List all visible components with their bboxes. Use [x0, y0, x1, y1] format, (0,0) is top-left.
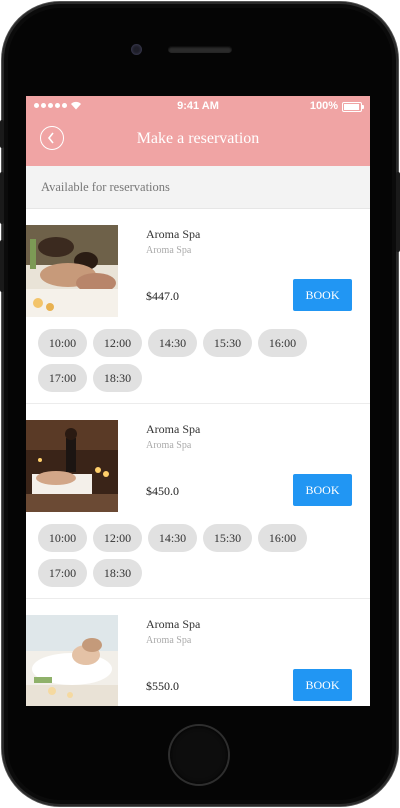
volume-up-button — [0, 172, 4, 224]
time-slot[interactable]: 10:00 — [38, 329, 87, 357]
spa-photo — [26, 420, 118, 512]
spa-photo — [26, 225, 118, 317]
status-bar: 9:41 AM 100% — [26, 96, 370, 118]
book-button[interactable]: BOOK — [293, 669, 352, 701]
book-button[interactable]: BOOK — [293, 474, 352, 506]
spa-name: Aroma Spa — [146, 227, 201, 241]
spa-photo — [26, 615, 118, 706]
spa-subtitle: Aroma Spa — [146, 635, 192, 646]
time-slot[interactable]: 14:30 — [148, 524, 197, 552]
time-slot-list: 10:00 12:00 14:30 15:30 16:00 17:00 18:3… — [38, 329, 328, 392]
time-slot[interactable]: 16:00 — [258, 329, 307, 357]
spa-listing: Aroma Spa Aroma Spa $450.0 BOOK 10:00 12… — [26, 404, 370, 599]
app-header: 9:41 AM 100% Make a reservation — [26, 96, 370, 166]
spa-subtitle: Aroma Spa — [146, 440, 192, 451]
time-slot[interactable]: 12:00 — [93, 524, 142, 552]
time-slot[interactable]: 12:00 — [93, 329, 142, 357]
time-slot[interactable]: 15:30 — [203, 329, 252, 357]
spa-price: $550.0 — [146, 679, 179, 693]
app-screen: 9:41 AM 100% Make a reservation Availabl… — [26, 96, 370, 706]
silent-switch — [0, 120, 4, 148]
battery-icon — [342, 102, 364, 112]
front-camera — [131, 44, 142, 55]
time-slot[interactable]: 17:00 — [38, 559, 87, 587]
page-title: Make a reservation — [136, 130, 260, 147]
spa-price: $450.0 — [146, 484, 179, 498]
home-button[interactable] — [170, 726, 228, 784]
book-button[interactable]: BOOK — [293, 279, 352, 311]
section-header: Available for reservations — [26, 166, 370, 209]
spa-price: $447.0 — [146, 289, 179, 303]
time-slot[interactable]: 16:00 — [258, 524, 307, 552]
earpiece-speaker — [168, 46, 232, 53]
time-slot-list: 10:00 12:00 14:30 15:30 16:00 17:00 18:3… — [38, 524, 328, 587]
power-button — [396, 172, 400, 252]
time-slot[interactable]: 14:30 — [148, 329, 197, 357]
spa-name: Aroma Spa — [146, 617, 201, 631]
spa-listing: Aroma Spa Aroma Spa $447.0 BOOK 10:00 12… — [26, 209, 370, 404]
spa-subtitle: Aroma Spa — [146, 245, 192, 256]
spa-name: Aroma Spa — [146, 422, 201, 436]
time-slot[interactable]: 15:30 — [203, 524, 252, 552]
time-slot[interactable]: 18:30 — [93, 364, 142, 392]
time-slot[interactable]: 18:30 — [93, 559, 142, 587]
battery-percent: 100% — [309, 100, 338, 112]
time-slot[interactable]: 17:00 — [38, 364, 87, 392]
time-slot[interactable]: 10:00 — [38, 524, 87, 552]
volume-down-button — [0, 240, 4, 292]
spa-listing: Aroma Spa Aroma Spa $550.0 BOOK — [26, 599, 370, 706]
nav-bar: Make a reservation — [26, 118, 370, 166]
